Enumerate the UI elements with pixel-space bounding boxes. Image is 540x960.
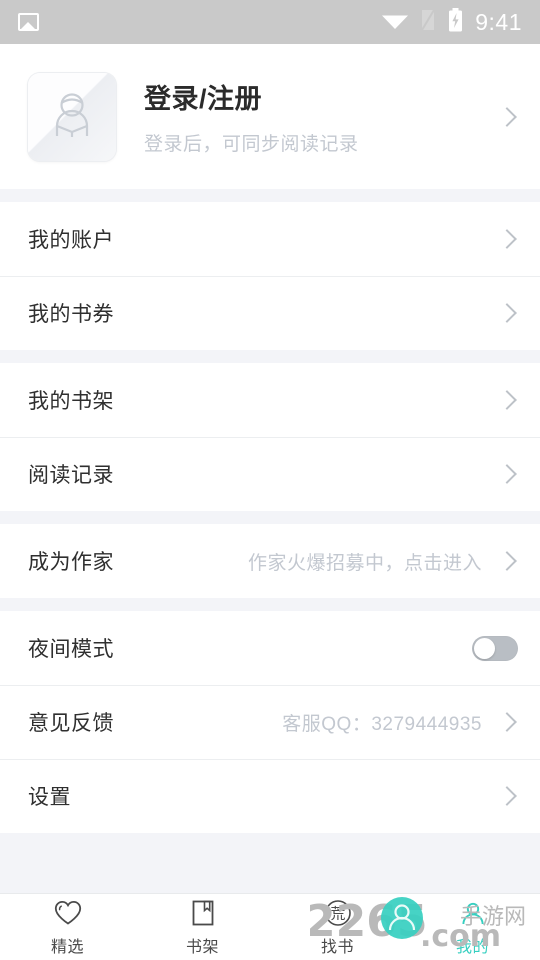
chevron-right-icon xyxy=(496,106,518,128)
row-my-vouchers[interactable]: 我的书券 xyxy=(0,276,540,350)
battery-charging-icon xyxy=(448,7,463,37)
chevron-right-icon xyxy=(496,463,518,485)
row-label: 我的账户 xyxy=(28,229,114,252)
row-feedback[interactable]: 意见反馈 客服QQ：3279444935 xyxy=(0,685,540,759)
row-label: 我的书券 xyxy=(28,303,114,326)
section-preferences: 夜间模式 意见反馈 客服QQ：3279444935 设置 xyxy=(0,611,540,833)
nav-label: 书架 xyxy=(185,938,219,956)
status-bar: 9:41 xyxy=(0,0,540,44)
nav-item-featured[interactable]: 精选 xyxy=(0,894,135,960)
section-library: 我的书架 阅读记录 xyxy=(0,363,540,511)
image-icon xyxy=(18,13,39,31)
nav-label: 我的 xyxy=(455,938,489,956)
toggle-knob xyxy=(474,637,495,659)
nav-item-mine[interactable]: 我的 xyxy=(405,894,540,960)
profile-title: 登录/注册 xyxy=(144,84,263,114)
bottom-nav: 精选 书架 荒 找书 我的 2265 .com 手游网 xyxy=(0,893,540,960)
chevron-right-icon xyxy=(496,302,518,324)
row-label: 成为作家 xyxy=(28,551,114,574)
book-icon xyxy=(188,898,218,928)
profile-subtitle: 登录后，可同步阅读记录 xyxy=(144,134,359,155)
nav-label: 找书 xyxy=(320,938,354,956)
clock: 9:41 xyxy=(475,8,522,35)
wifi-icon xyxy=(382,10,409,35)
chevron-right-icon xyxy=(496,228,518,250)
night-mode-toggle[interactable] xyxy=(472,635,518,661)
row-label: 阅读记录 xyxy=(28,464,114,487)
section-divider xyxy=(0,189,540,202)
chevron-right-icon xyxy=(496,389,518,411)
status-bar-left xyxy=(18,13,39,31)
nav-item-find-book[interactable]: 荒 找书 xyxy=(270,894,405,960)
section-author: 成为作家 作家火爆招募中，点击进入 xyxy=(0,524,540,598)
section-divider xyxy=(0,598,540,611)
row-label: 夜间模式 xyxy=(28,638,114,661)
chevron-right-icon xyxy=(496,711,518,733)
row-label: 设置 xyxy=(28,786,71,809)
section-divider xyxy=(0,350,540,363)
avatar[interactable] xyxy=(28,72,116,161)
section-divider xyxy=(0,511,540,524)
profile-text: 登录/注册 登录后，可同步阅读记录 xyxy=(144,77,359,156)
settings-content: 登录/注册 登录后，可同步阅读记录 我的账户 我的书券 我的书架 阅读记录 成为… xyxy=(0,44,540,893)
row-my-bookshelf[interactable]: 我的书架 xyxy=(0,363,540,437)
login-register-row[interactable]: 登录/注册 登录后，可同步阅读记录 xyxy=(0,44,540,189)
person-reading-placeholder-icon xyxy=(55,92,89,137)
row-reading-history[interactable]: 阅读记录 xyxy=(0,437,540,511)
bottom-spacer xyxy=(0,833,540,888)
row-settings[interactable]: 设置 xyxy=(0,759,540,833)
profile-card[interactable]: 登录/注册 登录后，可同步阅读记录 xyxy=(0,44,540,189)
svg-text:荒: 荒 xyxy=(330,904,345,922)
row-night-mode[interactable]: 夜间模式 xyxy=(0,611,540,685)
row-become-author[interactable]: 成为作家 作家火爆招募中，点击进入 xyxy=(0,524,540,598)
chevron-right-icon xyxy=(496,550,518,572)
row-my-account[interactable]: 我的账户 xyxy=(0,202,540,276)
person-icon xyxy=(458,898,488,928)
status-bar-right: 9:41 xyxy=(382,7,522,37)
circle-huang-icon: 荒 xyxy=(323,898,353,928)
section-account: 我的账户 我的书券 xyxy=(0,202,540,350)
row-hint: 作家火爆招募中，点击进入 xyxy=(247,552,482,574)
row-label: 意见反馈 xyxy=(28,712,114,735)
row-hint: 客服QQ：3279444935 xyxy=(282,713,482,735)
row-label: 我的书架 xyxy=(28,390,114,413)
app-screen: 9:41 登录/注册 登录后，可同步阅读记录 我的账户 我的书券 我的书架 阅读… xyxy=(0,0,540,960)
nav-label: 精选 xyxy=(50,938,84,956)
sim-icon xyxy=(420,8,436,36)
nav-item-bookshelf[interactable]: 书架 xyxy=(135,894,270,960)
chevron-right-icon xyxy=(496,785,518,807)
heart-icon xyxy=(53,898,83,928)
